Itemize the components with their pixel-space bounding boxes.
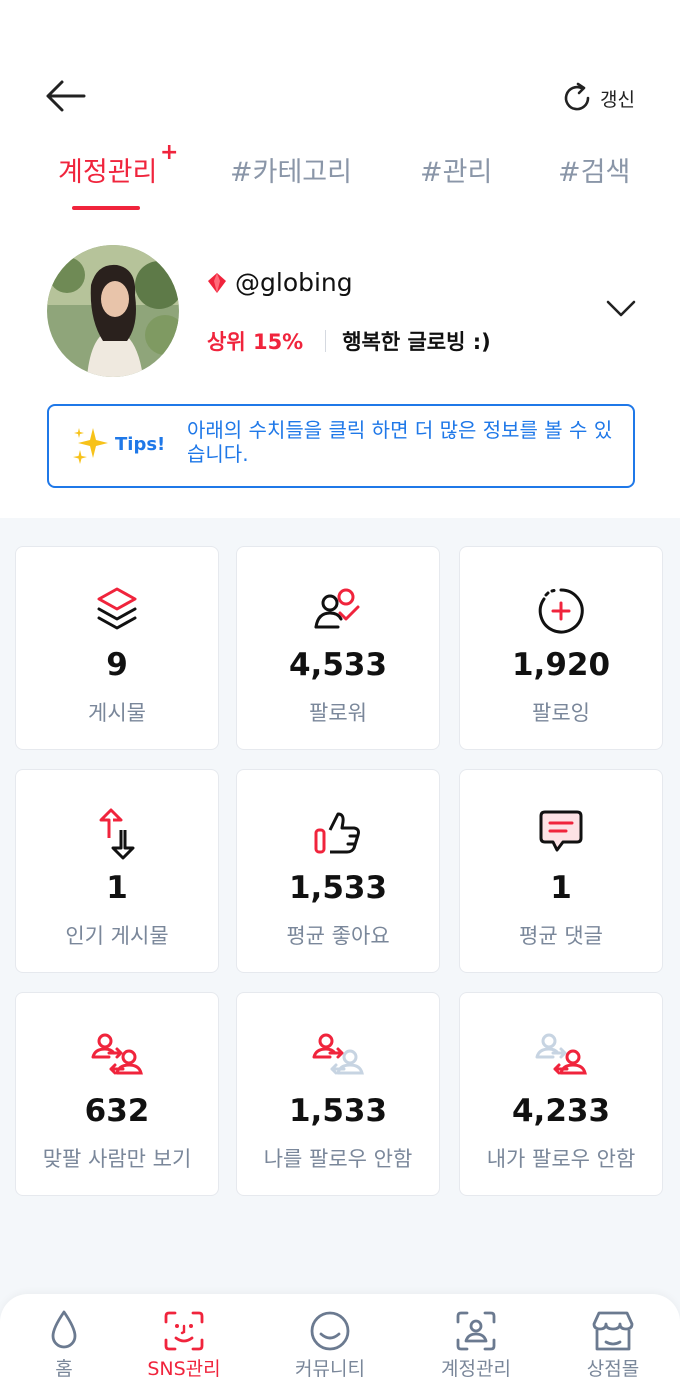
followers-icon xyxy=(314,588,360,629)
nav-label: 계정관리 xyxy=(441,1358,511,1380)
sparkles-icon xyxy=(73,428,108,464)
thumbs-up-icon xyxy=(314,812,360,854)
new-badge: + xyxy=(160,140,179,165)
stat-value: 632 xyxy=(84,1093,150,1129)
stat-label: 게시물 xyxy=(88,701,146,725)
stat-card-popular-posts[interactable]: 1 인기 게시물 xyxy=(15,769,219,973)
drop-icon xyxy=(51,1310,77,1349)
tab-category[interactable]: #카테고리 xyxy=(230,150,352,189)
nav-sns-management[interactable]: SNS관리 xyxy=(116,1308,252,1398)
profile-meta-row: 상위 15% 행복한 글로빙 :) xyxy=(207,326,491,356)
stat-label: 나를 팔로우 안함 xyxy=(263,1147,413,1171)
diamond-icon xyxy=(208,272,226,293)
user-scan-icon xyxy=(456,1311,496,1351)
stat-value: 1 xyxy=(106,870,128,906)
stat-card-followers[interactable]: 4,533 팔로워 xyxy=(236,546,440,750)
profile-handle: @globing xyxy=(235,268,353,297)
i-dont-follow-icon xyxy=(535,1033,587,1075)
tab-manage[interactable]: #관리 xyxy=(420,150,492,189)
divider xyxy=(325,330,327,352)
not-following-me-icon xyxy=(312,1033,364,1075)
nav-label: 홈 xyxy=(55,1358,73,1380)
shop-icon xyxy=(592,1311,634,1351)
active-tab-indicator xyxy=(72,206,140,210)
stat-label: 인기 게시물 xyxy=(65,924,169,948)
mutual-follow-icon xyxy=(91,1033,143,1075)
bottom-nav: 홈 SNS관리 커뮤니티 계정관리 상점몰 xyxy=(0,1294,680,1398)
layers-icon xyxy=(97,587,137,630)
nav-community[interactable]: 커뮤니티 xyxy=(262,1308,398,1398)
following-icon xyxy=(538,588,584,634)
stat-card-avg-comments[interactable]: 1 평균 댓글 xyxy=(459,769,663,973)
tips-label: Tips! xyxy=(115,434,166,455)
chevron-down-icon[interactable] xyxy=(604,296,638,322)
nav-label: 커뮤니티 xyxy=(295,1358,365,1380)
up-down-arrows-icon xyxy=(99,808,135,860)
stat-card-avg-likes[interactable]: 1,533 평균 좋아요 xyxy=(236,769,440,973)
stats-grid: 9 게시물 4,533 팔로워 1,920 팔로잉 1 인기 게시물 1,533… xyxy=(0,518,680,1398)
stat-value: 1,920 xyxy=(511,647,611,683)
stat-value: 1,533 xyxy=(288,870,388,906)
nav-home[interactable]: 홈 xyxy=(0,1308,132,1398)
tips-text: 아래의 수치들을 클릭 하면 더 많은 정보를 볼 수 있습니다. xyxy=(187,418,613,466)
stat-label: 평균 댓글 xyxy=(519,924,603,948)
stat-label: 맞팔 사람만 보기 xyxy=(42,1147,192,1171)
smile-icon xyxy=(310,1311,350,1351)
refresh-label: 갱신 xyxy=(600,88,635,111)
stat-label: 팔로잉 xyxy=(532,701,590,725)
stat-card-mutual[interactable]: 632 맞팔 사람만 보기 xyxy=(15,992,219,1196)
profile-handle-row: @globing xyxy=(205,268,353,297)
rank-badge: 상위 15% xyxy=(207,330,304,354)
comment-icon xyxy=(539,810,583,852)
status-message: 행복한 글로빙 :) xyxy=(342,330,491,354)
tab-search[interactable]: #검색 xyxy=(558,150,630,189)
stat-value: 4,233 xyxy=(511,1093,611,1129)
back-arrow-icon[interactable] xyxy=(40,76,90,116)
tab-account-management[interactable]: 계정관리 xyxy=(58,150,157,189)
avatar[interactable] xyxy=(47,245,179,377)
stat-value: 4,533 xyxy=(288,647,388,683)
top-section: 갱신 계정관리 + #카테고리 #관리 #검색 @globing 상위 15% … xyxy=(0,0,680,518)
nav-account-management[interactable]: 계정관리 xyxy=(408,1308,544,1398)
face-scan-icon xyxy=(164,1311,204,1351)
stat-card-following[interactable]: 1,920 팔로잉 xyxy=(459,546,663,750)
stat-value: 1,533 xyxy=(288,1093,388,1129)
stat-label: 팔로워 xyxy=(309,701,367,725)
stat-card-i-dont-follow[interactable]: 4,233 내가 팔로우 안함 xyxy=(459,992,663,1196)
stat-label: 평균 좋아요 xyxy=(286,924,390,948)
stat-value: 1 xyxy=(550,870,572,906)
refresh-icon xyxy=(564,82,590,111)
stat-card-posts[interactable]: 9 게시물 xyxy=(15,546,219,750)
nav-shop[interactable]: 상점몰 xyxy=(545,1308,680,1398)
tab-bar: 계정관리 + #카테고리 #관리 #검색 xyxy=(0,140,680,220)
nav-label: 상점몰 xyxy=(586,1358,640,1380)
tips-banner: Tips! 아래의 수치들을 클릭 하면 더 많은 정보를 볼 수 있습니다. xyxy=(47,404,635,488)
stat-card-not-following-me[interactable]: 1,533 나를 팔로우 안함 xyxy=(236,992,440,1196)
refresh-button[interactable]: 갱신 xyxy=(560,78,635,118)
stat-value: 9 xyxy=(106,647,128,683)
nav-label: SNS관리 xyxy=(147,1358,221,1380)
stat-label: 내가 팔로우 안함 xyxy=(486,1147,636,1171)
